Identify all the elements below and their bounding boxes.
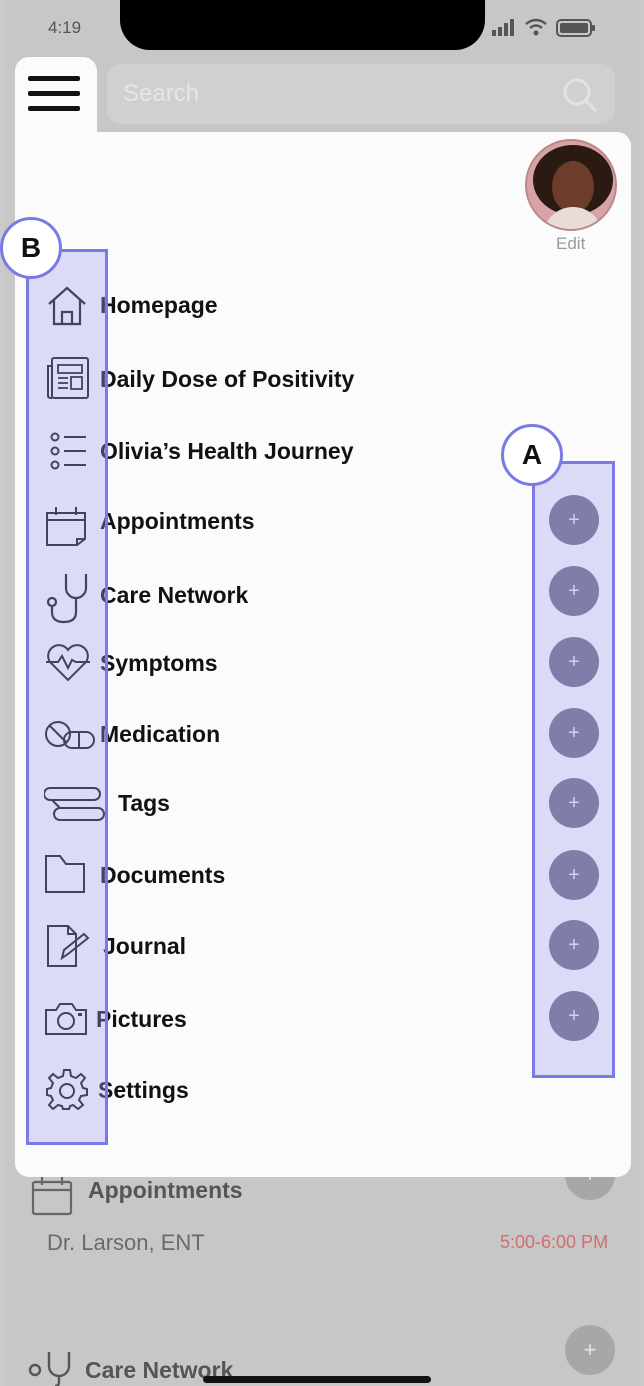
menu-item-medication[interactable]: Medication — [100, 721, 220, 748]
menu-item-care-network[interactable]: Care Network — [100, 582, 248, 609]
annotation-highlight-b — [26, 249, 108, 1145]
edit-profile-link[interactable]: Edit — [556, 234, 585, 254]
annotation-highlight-a — [532, 461, 615, 1078]
menu-item-health-journey[interactable]: Olivia’s Health Journey — [100, 438, 354, 465]
calendar-icon — [31, 1177, 73, 1216]
menu-item-daily-dose-of-positivity[interactable]: Daily Dose of Positivity — [100, 366, 354, 393]
background-appointments-label: Appointments — [88, 1177, 243, 1203]
menu-item-homepage[interactable]: Homepage — [100, 292, 218, 319]
hamburger-menu-icon[interactable] — [28, 72, 82, 116]
search-input[interactable]: Search — [107, 64, 615, 124]
annotation-badge-b: B — [0, 217, 62, 279]
search-icon[interactable] — [561, 76, 599, 114]
menu-item-settings[interactable]: Settings — [98, 1077, 189, 1104]
menu-item-pictures[interactable]: Pictures — [96, 1006, 187, 1033]
background-appointment-doctor: Dr. Larson, ENT — [47, 1230, 205, 1255]
search-placeholder: Search — [123, 80, 200, 107]
device-notch — [120, 0, 485, 50]
stethoscope-icon — [28, 1352, 71, 1386]
menu-item-documents[interactable]: Documents — [100, 862, 225, 889]
menu-item-symptoms[interactable]: Symptoms — [100, 650, 218, 677]
wifi-icon — [525, 18, 547, 36]
status-time: 4:19 — [48, 18, 82, 37]
menu-item-appointments[interactable]: Appointments — [100, 508, 255, 535]
background-add-care-button[interactable]: + — [565, 1325, 615, 1375]
avatar[interactable] — [525, 139, 617, 231]
menu-item-journal[interactable]: Journal — [103, 933, 186, 960]
annotation-badge-a: A — [501, 424, 563, 486]
battery-icon — [556, 19, 595, 37]
signal-icon — [492, 19, 514, 36]
menu-item-tags[interactable]: Tags — [118, 790, 170, 817]
background-appointment-time: 5:00-6:00 PM — [500, 1232, 609, 1252]
status-icons — [492, 18, 602, 38]
home-indicator — [203, 1376, 431, 1383]
